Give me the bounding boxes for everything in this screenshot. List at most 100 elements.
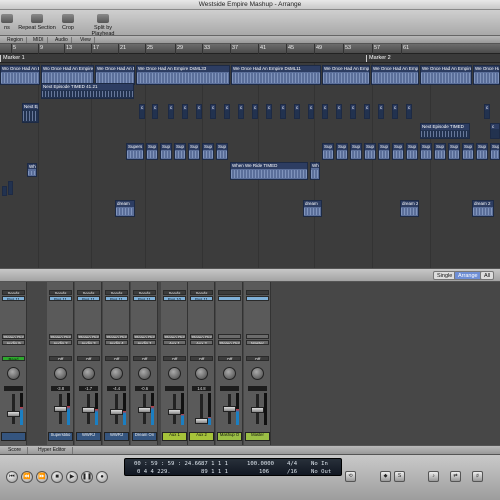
region-sup[interactable]: Sup bbox=[202, 143, 214, 160]
channel-name[interactable]: Superstitio bbox=[48, 432, 73, 441]
channel-name[interactable]: Dream On bbox=[132, 432, 157, 441]
mixer-tab-all[interactable]: All bbox=[480, 271, 495, 280]
channel-strip[interactable]: Sends Bus 11 Stereo Out Audio 2 Off -3.8 Super… bbox=[47, 282, 74, 445]
volume-fader[interactable] bbox=[7, 411, 20, 417]
output-slot[interactable]: Stereo Out bbox=[163, 334, 186, 339]
send-bus-slot[interactable]: Bus 11 bbox=[77, 296, 100, 301]
region-sup[interactable]: Sup bbox=[406, 143, 418, 160]
channel-name[interactable]: Aux 2 bbox=[189, 432, 214, 441]
send-bus-slot[interactable]: Bus 11 bbox=[190, 296, 213, 301]
split-by-playhead-button[interactable]: Split by Playhead bbox=[82, 14, 124, 37]
region-we-once-had-an-empire[interactable]: We Once Had An Empire DsML11 bbox=[231, 65, 321, 85]
menu-audio[interactable]: Audio bbox=[52, 37, 72, 43]
pan-knob[interactable] bbox=[54, 367, 67, 380]
automation-mode[interactable]: Off bbox=[133, 356, 156, 361]
region-c[interactable]: c bbox=[490, 123, 500, 139]
volume-fader[interactable] bbox=[138, 407, 151, 413]
channel-name[interactable]: WWRJ bbox=[76, 432, 101, 441]
channel-strip[interactable]: Sends Bus 11 Stereo Out Audio 1 Off -0.6 Dream… bbox=[131, 282, 158, 445]
menu-view[interactable]: View bbox=[77, 37, 95, 43]
region-supers[interactable]: Supers bbox=[126, 143, 144, 160]
input-slot[interactable]: Master bbox=[246, 340, 269, 345]
cycle-icon[interactable]: ⟲ bbox=[345, 471, 356, 482]
solo-icon[interactable]: S bbox=[394, 471, 405, 482]
arrange-area[interactable]: Wo Once Had An Empire Wo Once Had An Emp… bbox=[0, 63, 500, 268]
mixer-tab-single[interactable]: Single bbox=[433, 271, 457, 280]
region-c[interactable]: c bbox=[336, 104, 342, 119]
tab-hyper-editor[interactable]: Hyper Editor bbox=[32, 447, 73, 454]
region-sup[interactable]: Sup bbox=[174, 143, 186, 160]
toolbar-button-automation[interactable]: ns bbox=[0, 14, 14, 31]
menu-midi[interactable]: MIDI bbox=[30, 37, 48, 43]
output-slot[interactable] bbox=[246, 334, 269, 339]
output-slot[interactable] bbox=[218, 334, 241, 339]
output-slot[interactable]: Stereo Out bbox=[2, 334, 25, 339]
record-icon[interactable]: ● bbox=[96, 471, 108, 483]
region-c[interactable]: c bbox=[168, 104, 174, 119]
input-slot[interactable]: Audio 3 bbox=[77, 340, 100, 345]
tuner-icon[interactable]: ♯ bbox=[472, 471, 483, 482]
region-c[interactable]: c bbox=[152, 104, 158, 119]
region-c[interactable]: c bbox=[322, 104, 328, 119]
output-slot[interactable]: Stereo Out bbox=[77, 334, 100, 339]
pan-knob[interactable] bbox=[82, 367, 95, 380]
output-slot[interactable]: Stereo Out bbox=[133, 334, 156, 339]
channel-name[interactable]: Mashup O bbox=[217, 432, 242, 441]
pause-icon[interactable]: ❚❚ bbox=[81, 471, 93, 483]
region-sup[interactable]: Sup bbox=[392, 143, 404, 160]
replace-icon[interactable]: ◆ bbox=[380, 471, 391, 482]
region-when-we-ride-small[interactable]: Whe bbox=[310, 162, 320, 180]
volume-fader[interactable] bbox=[110, 409, 123, 415]
region-c[interactable]: c bbox=[252, 104, 258, 119]
automation-mode[interactable]: Off bbox=[49, 356, 72, 361]
transport-display[interactable]: 00 : 59 : 59 : 24.66 0 4 4 229. 87 1 1 1… bbox=[124, 458, 342, 476]
input-slot[interactable]: Aux 1 bbox=[163, 340, 186, 345]
channel-strip[interactable]: Sends Bus 11 Stereo Out Audio 3 Off -1.7 WWRJ bbox=[75, 282, 102, 445]
region-sup[interactable]: Sup bbox=[378, 143, 390, 160]
region-c[interactable]: c bbox=[196, 104, 202, 119]
region-sup[interactable]: Sup bbox=[490, 143, 500, 160]
region-next-episode[interactable]: Next Episode TIMED 41.21 bbox=[41, 83, 134, 99]
channel-name[interactable]: Aux 1 bbox=[162, 432, 187, 441]
input-slot[interactable]: Audio 4 bbox=[105, 340, 128, 345]
region-sup[interactable]: Sup bbox=[448, 143, 460, 160]
output-slot[interactable]: Stereo Out bbox=[49, 334, 72, 339]
region-next-episode-small[interactable]: Next Ep bbox=[22, 103, 39, 123]
region-we-once-had-an-empire[interactable]: We Once Had An Empire DsML33 bbox=[136, 65, 230, 85]
pan-knob[interactable] bbox=[251, 367, 264, 380]
channel-strip[interactable]: Sends Bus 11 Stereo Out Aux 2 Off 14.8 Aux 2 bbox=[188, 282, 215, 445]
channel-name[interactable]: Master bbox=[245, 432, 270, 441]
send-bus-slot[interactable]: Bus 11 bbox=[49, 296, 72, 301]
channel-name[interactable]: WWRJ bbox=[104, 432, 129, 441]
region-c[interactable]: c bbox=[308, 104, 314, 119]
marker-1[interactable]: Marker 1 bbox=[0, 55, 25, 62]
automation-mode[interactable]: Off bbox=[77, 356, 100, 361]
marker-lane[interactable]: Marker 1 Marker 2 bbox=[0, 54, 500, 63]
region-sup[interactable]: Sup bbox=[322, 143, 334, 160]
automation-mode[interactable]: Read bbox=[2, 356, 25, 361]
region-c[interactable]: c bbox=[210, 104, 216, 119]
send-bus-slot[interactable] bbox=[218, 296, 241, 301]
region-dream[interactable]: dream bbox=[115, 200, 135, 217]
region-c[interactable]: c bbox=[378, 104, 384, 119]
volume-fader[interactable] bbox=[223, 406, 236, 412]
region-c[interactable]: c bbox=[350, 104, 356, 119]
region-sup[interactable]: Sup bbox=[188, 143, 200, 160]
region-c[interactable]: c bbox=[294, 104, 300, 119]
fast-forward-icon[interactable]: ⏩ bbox=[36, 471, 48, 483]
pan-knob[interactable] bbox=[195, 367, 208, 380]
region-sup[interactable]: Sup bbox=[434, 143, 446, 160]
pan-knob[interactable] bbox=[138, 367, 151, 380]
region-c[interactable]: c bbox=[364, 104, 370, 119]
input-slot[interactable]: Audio 1 bbox=[133, 340, 156, 345]
volume-fader[interactable] bbox=[251, 407, 264, 413]
rewind-icon[interactable]: ⏪ bbox=[21, 471, 33, 483]
region-we-once-had-an-empire[interactable]: We Once Had An Empire bbox=[322, 65, 370, 85]
input-slot[interactable]: Audio 2 bbox=[49, 340, 72, 345]
pan-knob[interactable] bbox=[110, 367, 123, 380]
channel-strip[interactable]: Sends Bus 11 Stereo Out Audio 4 Off -4.4 WWRJ bbox=[103, 282, 130, 445]
region-clip[interactable] bbox=[8, 181, 13, 195]
marker-2[interactable]: Marker 2 bbox=[366, 55, 391, 62]
region-we-once-had-an-empire[interactable]: We Once Had An Empire bbox=[473, 65, 500, 85]
region-when-we-ride-small[interactable]: Whe bbox=[27, 163, 37, 177]
